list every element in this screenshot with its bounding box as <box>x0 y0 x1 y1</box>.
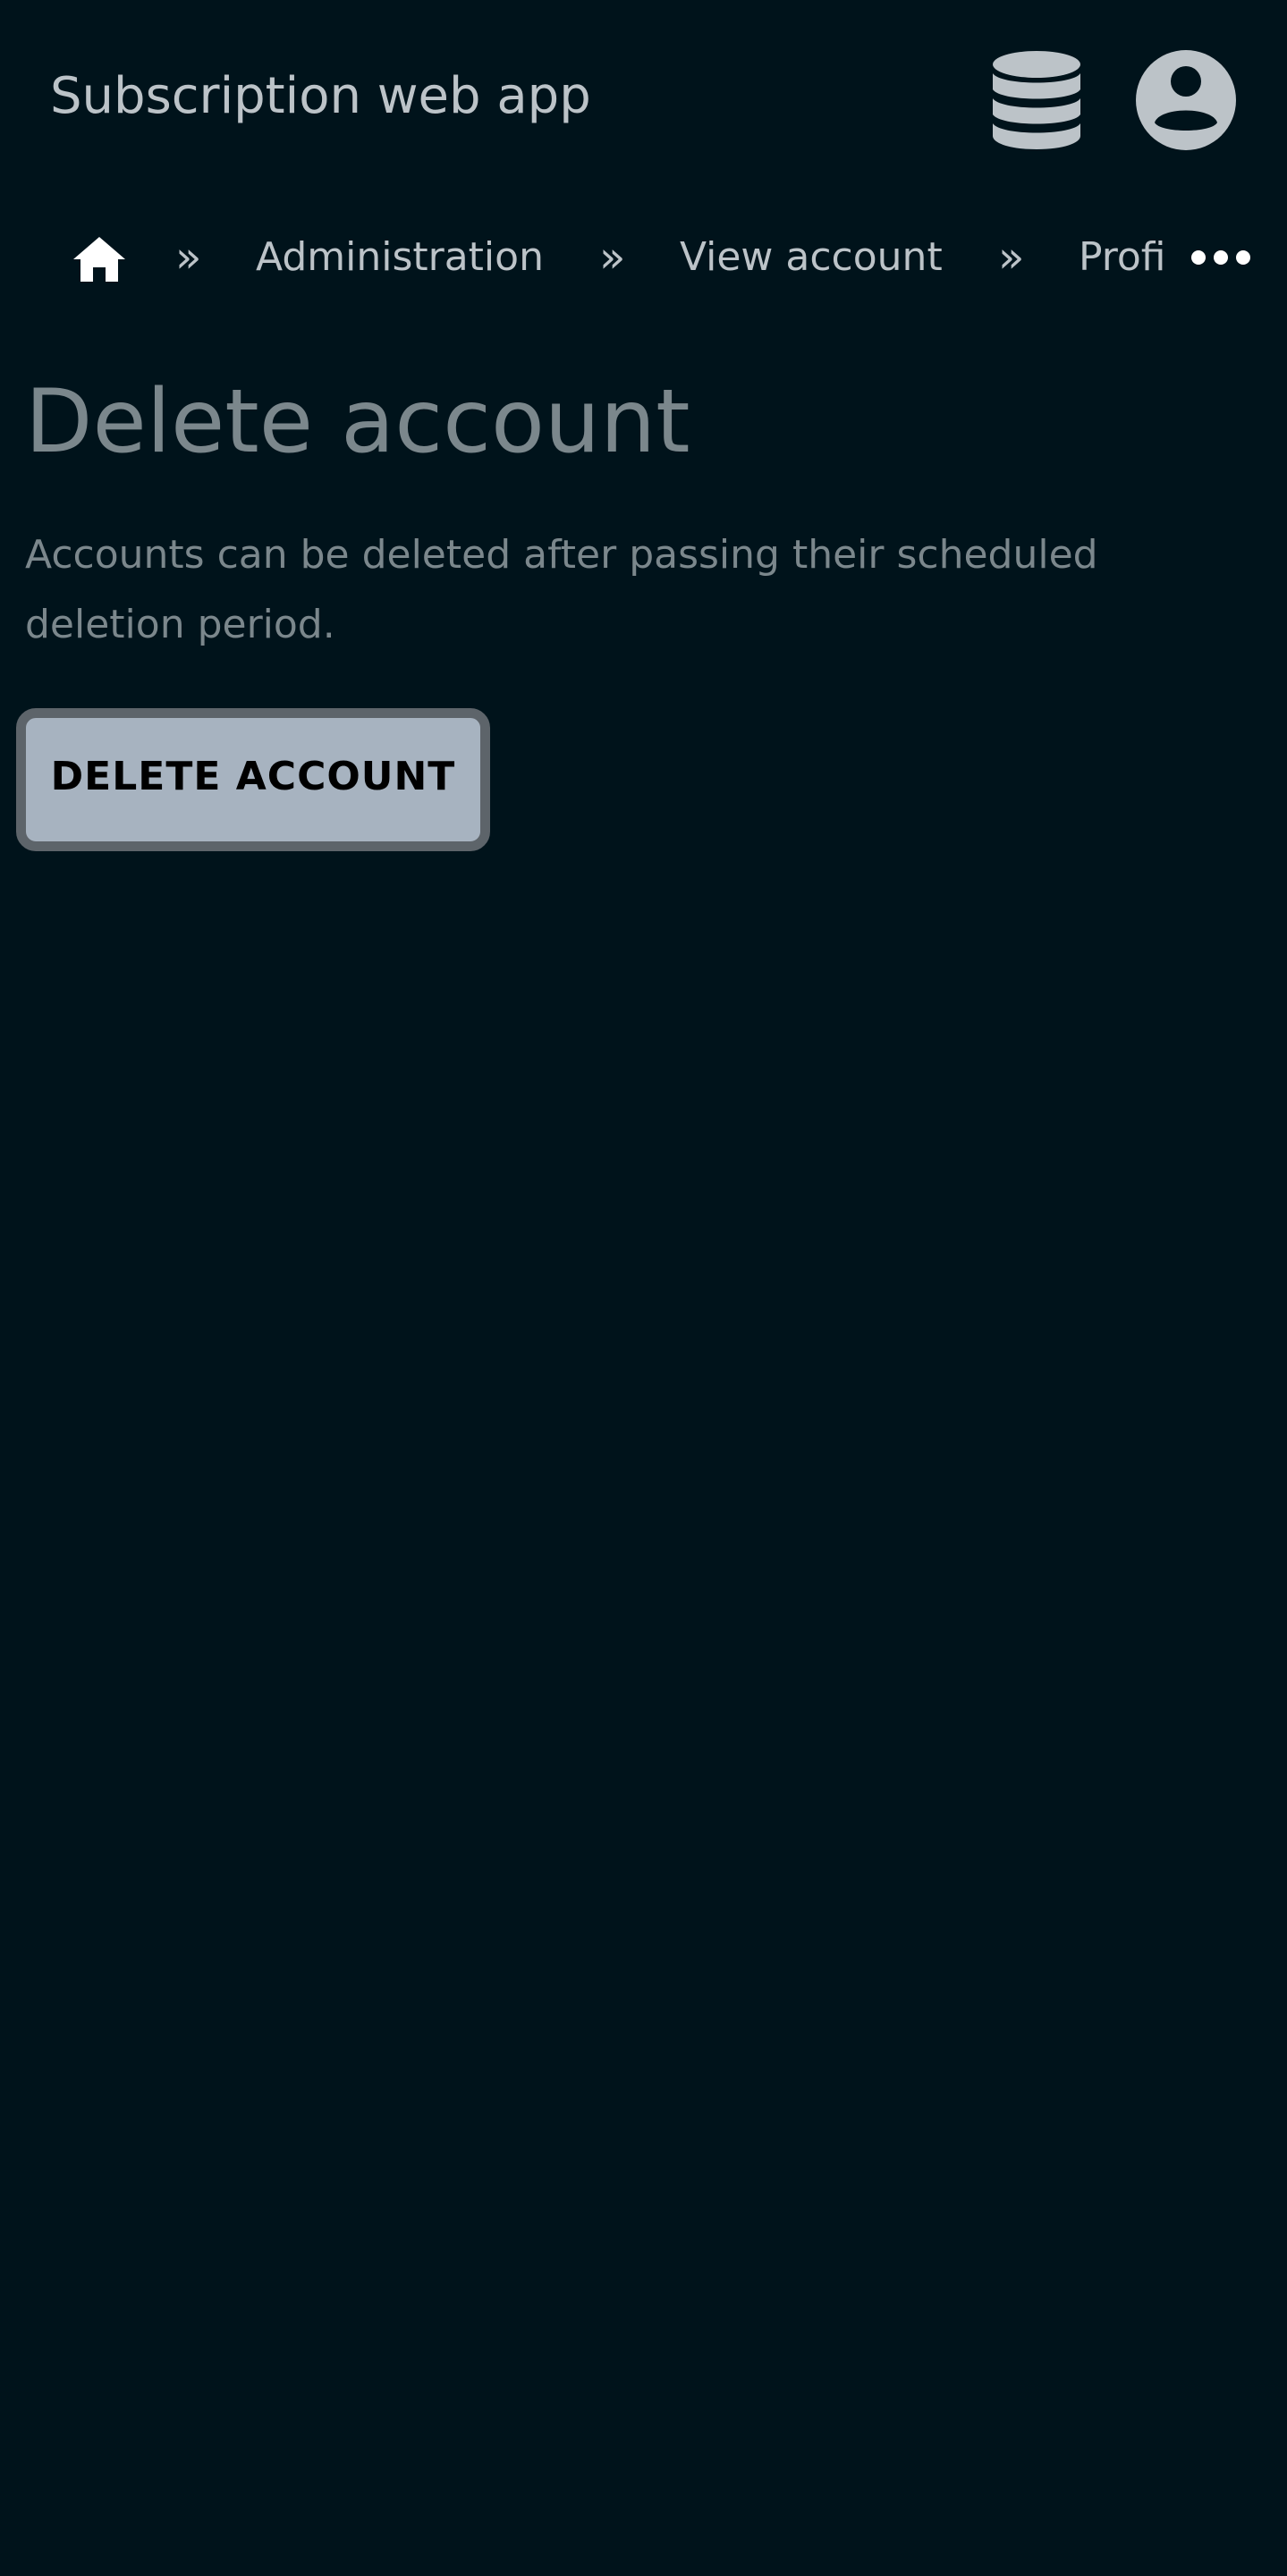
delete-account-button[interactable]: DELETE ACCOUNT <box>16 708 490 851</box>
breadcrumb-home[interactable] <box>72 234 127 284</box>
account-menu-button[interactable] <box>1132 46 1240 154</box>
delete-account-button-label: DELETE ACCOUNT <box>50 753 456 799</box>
database-icon <box>993 51 1080 149</box>
app-title[interactable]: Subscription web app <box>50 66 591 127</box>
account-circle-icon <box>1136 50 1236 150</box>
breadcrumb-separator: » <box>175 232 202 283</box>
breadcrumb-item-profile[interactable]: Profi <box>1079 232 1166 283</box>
breadcrumb-more[interactable] <box>1190 240 1252 275</box>
breadcrumb-item-administration[interactable]: Administration <box>256 232 544 283</box>
breadcrumb-item-view-account[interactable]: View account <box>680 232 943 283</box>
breadcrumb-separator: » <box>998 232 1025 283</box>
home-icon <box>73 237 125 282</box>
app-header: Subscription web app <box>0 0 1287 197</box>
page-description: Accounts can be deleted after passing th… <box>25 532 1098 647</box>
database-button[interactable] <box>987 48 1086 152</box>
page-title: Delete account <box>25 371 690 473</box>
breadcrumb-separator: » <box>599 232 626 283</box>
breadcrumb: » Administration » View account » Profi <box>0 215 1287 304</box>
more-horizontal-icon <box>1191 250 1250 265</box>
